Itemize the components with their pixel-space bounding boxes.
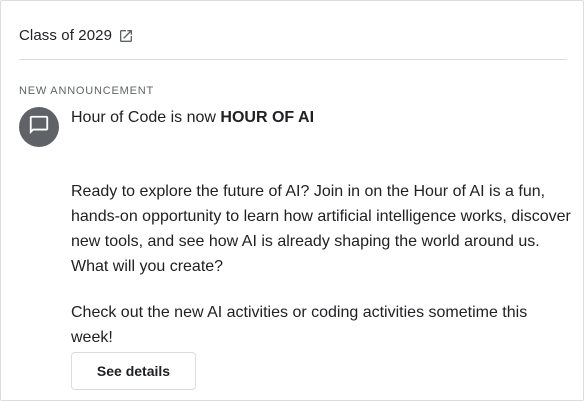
- announcement-paragraph-2: Check out the new AI activities or codin…: [71, 304, 528, 346]
- class-header: Class of 2029: [19, 27, 567, 44]
- open-in-new-icon[interactable]: [118, 28, 134, 44]
- announcement-title-bold: HOUR OF AI: [220, 109, 315, 126]
- see-details-button[interactable]: See details: [71, 352, 196, 390]
- new-announcement-label: NEW ANNOUNCEMENT: [19, 85, 155, 97]
- announcement-title: Hour of Code is now HOUR OF AI: [71, 109, 314, 127]
- header-divider: [19, 59, 567, 60]
- announcement-card: Class of 2029 NEW ANNOUNCEMENT Hour of C…: [0, 0, 584, 401]
- announcement-body: Ready to explore the future of AI? Join …: [71, 179, 571, 350]
- announcement-paragraph-1: Ready to explore the future of AI? Join …: [71, 183, 571, 275]
- announcement-title-prefix: Hour of Code is now: [71, 109, 221, 126]
- announcement-icon: [28, 114, 50, 141]
- class-title: Class of 2029: [19, 27, 113, 44]
- announcement-avatar: [19, 107, 59, 147]
